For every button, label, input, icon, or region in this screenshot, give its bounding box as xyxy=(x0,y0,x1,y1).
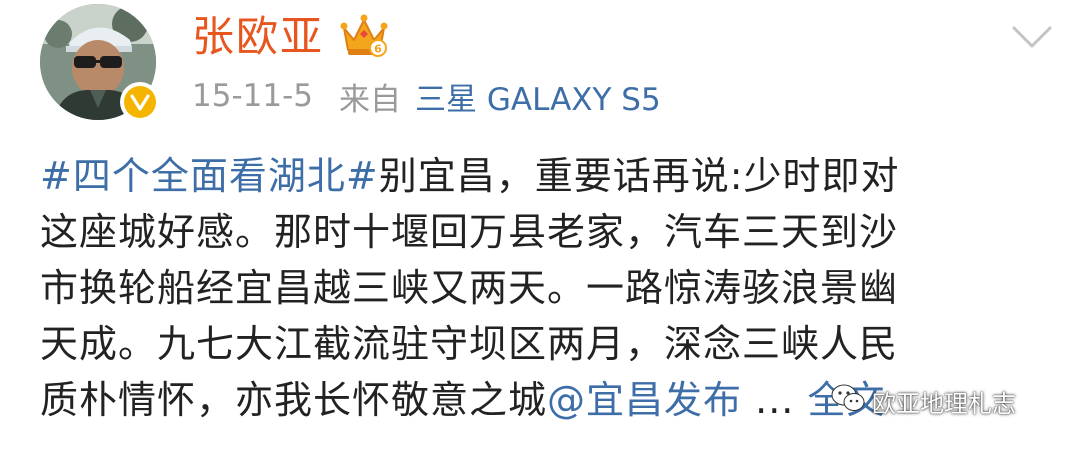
verified-v-icon xyxy=(124,86,156,118)
chevron-down-icon[interactable] xyxy=(1010,22,1054,52)
verified-badge xyxy=(120,82,160,122)
mention-link[interactable]: @宜昌发布 xyxy=(547,378,742,422)
weibo-post-card: 张欧亚 6 15-11-5 来自 三星 GALAXY S5 #四个全面看湖北#别… xyxy=(0,0,1080,450)
post-text: 市换轮船经宜昌越三峡又两天。一路惊涛骇浪景幽 xyxy=(40,266,899,310)
watermark-text: 欧亚地理札志 xyxy=(872,389,1016,418)
author-name[interactable]: 张欧亚 xyxy=(192,12,324,62)
post-meta: 15-11-5 来自 三星 GALAXY S5 xyxy=(192,74,661,118)
crown-icon[interactable]: 6 xyxy=(340,12,388,58)
post-time: 15-11-5 xyxy=(192,78,313,114)
post-body-line: #四个全面看湖北#别宜昌，重要话再说:少时即对 xyxy=(40,148,1040,204)
member-level: 6 xyxy=(374,43,382,56)
topic-link[interactable]: #四个全面看湖北# xyxy=(40,154,379,198)
source-label: 来自 xyxy=(339,81,401,118)
ellipsis: ... xyxy=(742,378,808,422)
source-device-link[interactable]: 三星 GALAXY S5 xyxy=(415,74,661,119)
avatar-container[interactable] xyxy=(40,4,160,122)
post-text: 别宜昌，重要话再说:少时即对 xyxy=(378,154,900,198)
post-text: 这座城好感。那时十堰回万县老家，汽车三天到沙 xyxy=(40,210,899,254)
wechat-icon xyxy=(830,383,866,419)
watermark: 欧亚地理札志 xyxy=(830,378,1016,424)
post-text: 质朴情怀，亦我长怀敬意之城 xyxy=(40,378,548,422)
post-text: 天成。九七大江截流驻守坝区两月，深念三峡人民 xyxy=(40,322,899,366)
